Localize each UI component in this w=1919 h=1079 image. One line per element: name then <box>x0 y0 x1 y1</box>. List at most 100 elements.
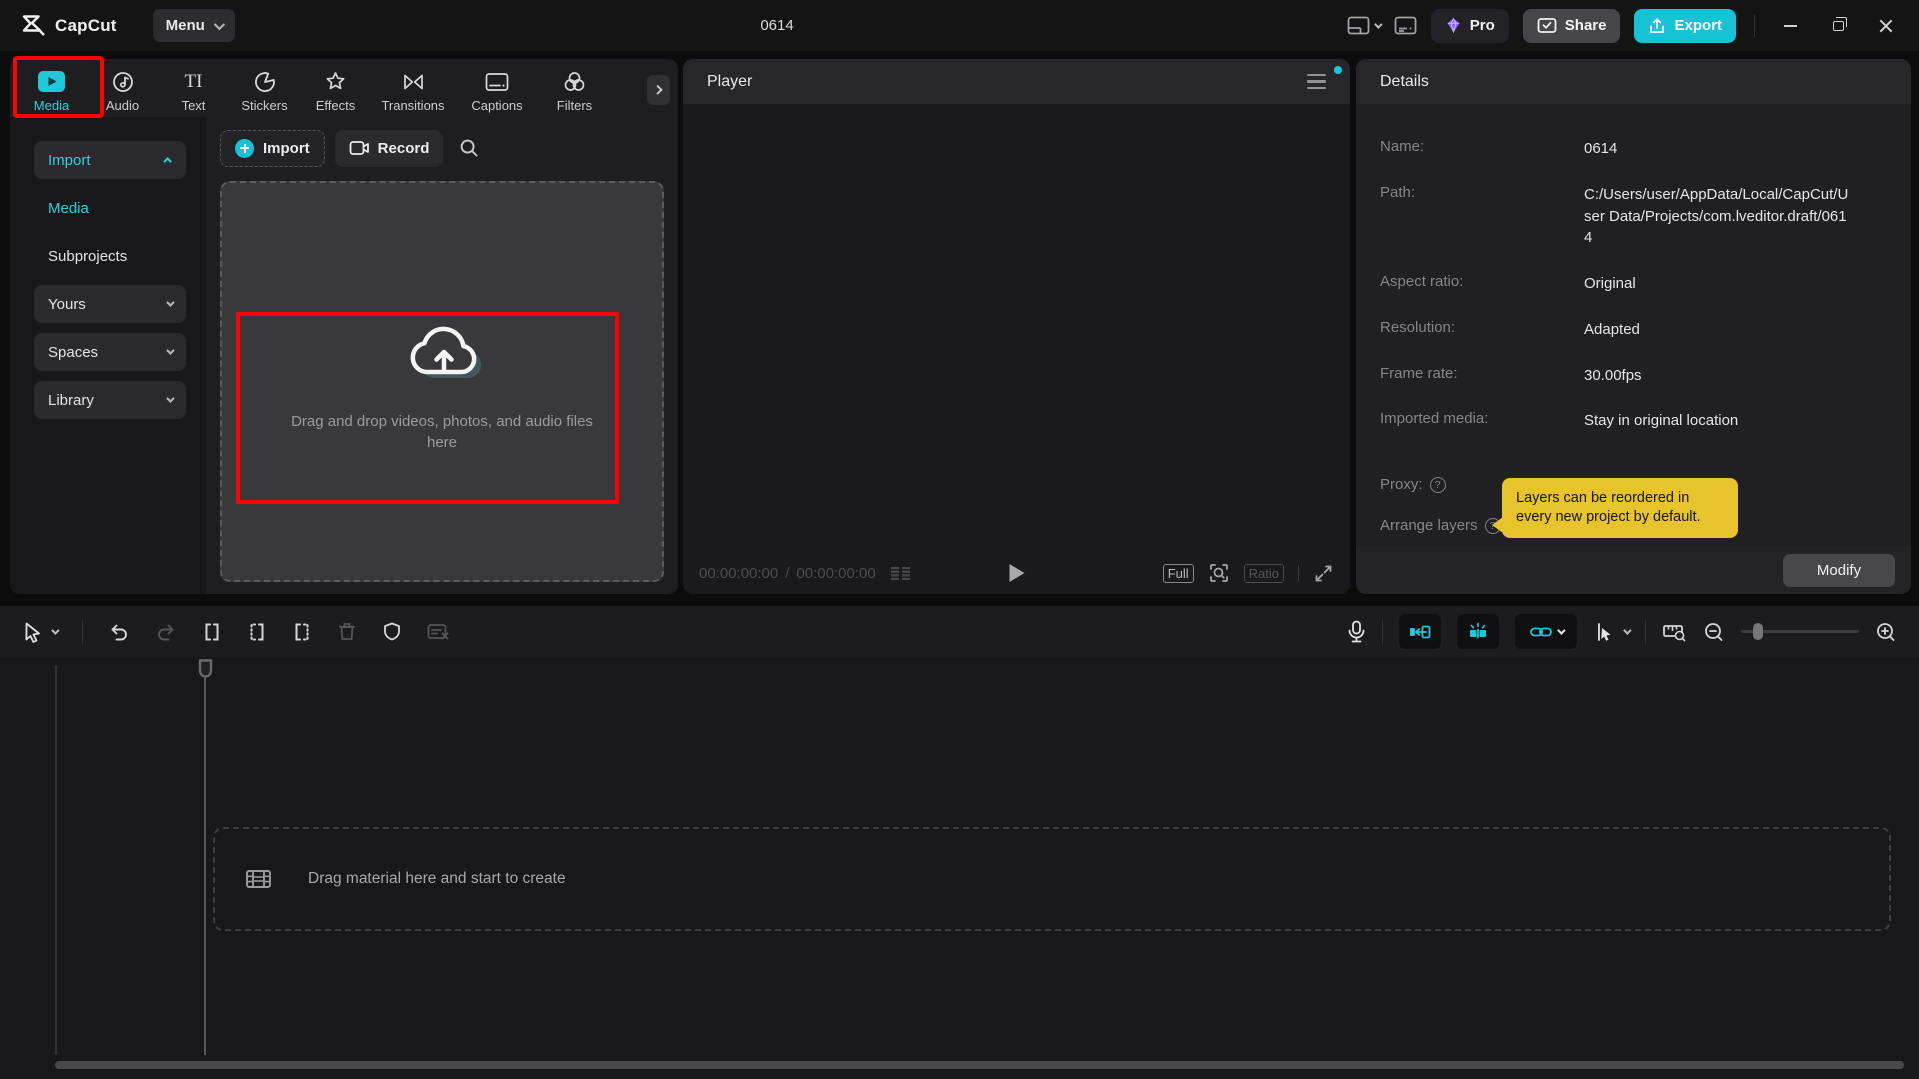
audio-icon <box>112 70 134 93</box>
split-button[interactable] <box>202 622 222 642</box>
captions-icon <box>485 70 509 93</box>
auto-snap-main-track-button[interactable] <box>1457 614 1499 649</box>
record-button[interactable]: Record <box>334 129 444 167</box>
divider <box>1382 619 1383 644</box>
sidebar-item-label: Library <box>48 391 94 409</box>
help-icon[interactable] <box>1429 476 1446 493</box>
menu-button[interactable]: Menu <box>152 9 235 42</box>
divider <box>82 619 83 644</box>
search-icon[interactable] <box>459 138 479 158</box>
timeline-area[interactable]: Drag material here and start to create <box>0 657 1919 1079</box>
export-button[interactable]: Export <box>1634 8 1736 43</box>
media-sidebar: Import Media Subprojects Yours Spaces Li… <box>10 117 206 594</box>
proxy-label: Proxy: <box>1380 476 1423 493</box>
zoom-out-button[interactable] <box>1703 621 1725 643</box>
sidebar-item-label: Yours <box>48 295 86 313</box>
deselect-caption-button[interactable] <box>427 622 450 642</box>
tab-label: Audio <box>105 98 140 113</box>
pro-badge[interactable]: Pro <box>1430 8 1509 43</box>
play-button[interactable] <box>1009 564 1024 582</box>
stickers-icon <box>254 70 276 93</box>
close-button[interactable] <box>1869 9 1903 43</box>
detail-row-aspect-ratio: Aspect ratio: Original <box>1380 273 1893 295</box>
delete-left-button[interactable] <box>247 622 267 642</box>
select-tool-button[interactable] <box>22 621 60 643</box>
snap-toggle-button[interactable] <box>1399 614 1441 649</box>
field-label: Aspect ratio: <box>1380 273 1464 290</box>
layout-panels-button[interactable] <box>1347 16 1383 35</box>
tab-media[interactable]: Media <box>16 68 87 113</box>
arrange-layers-tooltip: Layers can be reordered in every new pro… <box>1492 478 1738 539</box>
field-value: Adapted <box>1584 320 1640 338</box>
import-label: Import <box>263 139 310 157</box>
ratio-button[interactable]: Ratio <box>1243 563 1284 583</box>
sidebar-item-library[interactable]: Library <box>34 381 186 419</box>
import-button[interactable]: Import <box>220 129 325 167</box>
sidebar-item-media[interactable]: Media <box>34 189 186 227</box>
delete-button[interactable] <box>337 621 357 642</box>
notification-dot <box>1334 66 1342 74</box>
playhead-marker[interactable] <box>197 659 214 681</box>
timeline-zoom-slider[interactable] <box>1741 623 1859 640</box>
zoom-in-button[interactable] <box>1875 621 1897 643</box>
frames-icon <box>890 566 912 581</box>
slider-handle[interactable] <box>1753 623 1763 640</box>
mask-button[interactable] <box>382 621 402 642</box>
tab-captions[interactable]: Captions <box>455 68 539 113</box>
media-dropzone[interactable]: Drag and drop videos, photos, and audio … <box>220 181 664 582</box>
timeline-ruler-button[interactable] <box>1662 621 1687 643</box>
sidebar-item-import[interactable]: Import <box>34 141 186 179</box>
full-button[interactable]: Full <box>1162 563 1194 583</box>
arrange-layers-label: Arrange layers <box>1380 517 1478 534</box>
modify-button[interactable]: Modify <box>1783 553 1895 587</box>
chevron-down-icon <box>213 18 225 30</box>
tab-label: Stickers <box>241 98 288 113</box>
tab-label: Text <box>181 98 206 113</box>
delete-right-button[interactable] <box>292 622 312 642</box>
asset-tabs: Media Audio TI Text Stickers Effects Tra… <box>10 59 678 117</box>
top-bar: CapCut Menu 0614 Pro Share Export <box>0 0 1919 51</box>
layout-captions-button[interactable] <box>1394 16 1417 35</box>
sidebar-item-spaces[interactable]: Spaces <box>34 333 186 371</box>
timeline-dropzone[interactable]: Drag material here and start to create <box>213 827 1891 931</box>
undo-button[interactable] <box>108 622 130 642</box>
chevron-up-icon <box>163 157 172 166</box>
tab-transitions[interactable]: Transitions <box>371 68 455 113</box>
preview-cursor-button[interactable] <box>1593 621 1632 643</box>
time-current: 00:00:00:00 <box>699 564 779 582</box>
horizontal-scrollbar[interactable] <box>55 1061 1904 1069</box>
field-label: Frame rate: <box>1380 364 1458 382</box>
more-tabs-button[interactable] <box>647 75 670 105</box>
redo-button[interactable] <box>155 622 177 642</box>
minimize-button[interactable] <box>1773 9 1807 43</box>
chevron-down-icon <box>166 394 175 403</box>
tab-effects[interactable]: Effects <box>300 68 371 113</box>
tab-filters[interactable]: Filters <box>539 68 610 113</box>
tab-text[interactable]: TI Text <box>158 68 229 113</box>
tab-stickers[interactable]: Stickers <box>229 68 300 113</box>
maximize-button[interactable] <box>1821 9 1855 43</box>
tab-label: Filters <box>556 98 593 113</box>
fullscreen-icon[interactable] <box>1313 563 1334 584</box>
sidebar-item-subprojects[interactable]: Subprojects <box>34 237 186 275</box>
export-icon <box>1648 17 1666 35</box>
field-value: C:/Users/user/AppData/Local/CapCut/User … <box>1584 185 1849 247</box>
dropzone-text: Drag and drop videos, photos, and audio … <box>291 413 593 451</box>
tab-audio[interactable]: Audio <box>87 68 158 113</box>
camera-icon <box>349 140 370 156</box>
share-button[interactable]: Share <box>1522 8 1621 43</box>
player-menu-icon[interactable] <box>1307 73 1326 90</box>
link-toggle-button[interactable] <box>1515 614 1577 649</box>
timeline-drop-text: Drag material here and start to create <box>308 870 566 887</box>
preview-zoom-icon[interactable] <box>1208 562 1230 584</box>
tab-label: Effects <box>315 98 356 113</box>
share-label: Share <box>1564 17 1607 34</box>
share-icon <box>1537 17 1557 34</box>
field-value: 30.00fps <box>1584 366 1642 384</box>
plus-icon <box>235 138 254 158</box>
sidebar-item-yours[interactable]: Yours <box>34 285 186 323</box>
media-library-panel: Media Audio TI Text Stickers Effects Tra… <box>10 59 678 594</box>
capcut-logo: CapCut <box>22 14 117 37</box>
field-value: Original <box>1584 275 1636 292</box>
voiceover-mic-button[interactable] <box>1347 620 1366 644</box>
